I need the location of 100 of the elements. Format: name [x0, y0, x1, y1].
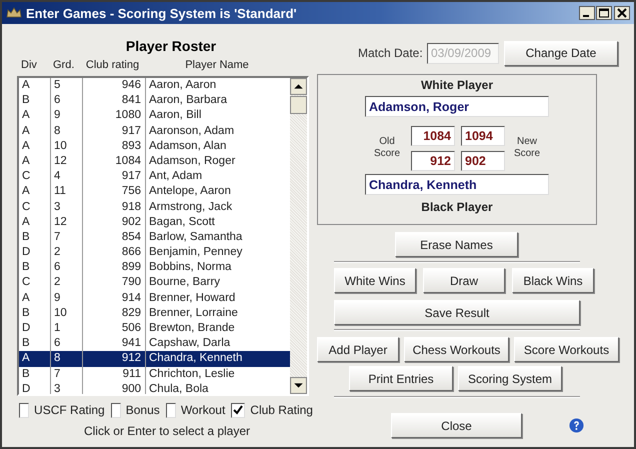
table-row[interactable]: A 8 917 Aaronson, Adam [19, 124, 290, 139]
table-cell-text: Brenner, Lorraine [148, 306, 239, 321]
checkbox[interactable] [166, 402, 176, 418]
save-result-button[interactable]: Save Result [334, 300, 580, 325]
close-button[interactable]: Close [391, 413, 522, 438]
table-cell: 5 [51, 78, 83, 94]
table-cell: 917 [83, 169, 146, 184]
table-row[interactable]: A 11 756 Antelope, Aaron [19, 184, 290, 200]
table-cell: 9 [51, 290, 83, 306]
table-cell-text: Armstrong, Jack [148, 200, 234, 214]
draw-button[interactable]: Draw [423, 268, 505, 293]
player-field[interactable]: Adamson, Roger [365, 96, 549, 117]
print-entries-button[interactable]: Print Entries [349, 366, 453, 391]
table-cell-text: Antelope, Aaron [148, 184, 232, 200]
table-cell: 8 [51, 124, 83, 139]
help-icon[interactable] [569, 418, 584, 433]
maximize-button[interactable] [596, 6, 612, 20]
win-button[interactable]: White Wins [334, 268, 416, 293]
score-workouts-button[interactable]: Score Workouts [514, 337, 619, 362]
player-label: Black Player [421, 200, 493, 215]
table-cell: 1084 [83, 154, 146, 170]
column-header[interactable]: Div [17, 59, 49, 73]
old-score-label: Old Score [372, 136, 402, 160]
table-cell: 4 [51, 169, 83, 184]
score-field[interactable]: 912 [411, 150, 455, 170]
change-date-button[interactable]: Change Date [504, 40, 618, 66]
table-cell: D [19, 382, 51, 394]
column-header[interactable]: Grd. [49, 59, 81, 73]
table-row[interactable]: B 6 899 Bobbins, Norma [19, 260, 290, 276]
table-cell: A [19, 351, 51, 367]
table-cell-text: Capshaw, Darla [148, 336, 232, 352]
selected-row[interactable]: A 8 912 Chandra, Kenneth [19, 351, 290, 367]
scroll-up-button[interactable] [290, 78, 307, 95]
table-row[interactable]: C 2 790 Bourne, Barry [19, 275, 290, 291]
table-row[interactable]: A 5 946 Aaron, Aaron [19, 78, 290, 94]
table-cell: 946 [83, 78, 146, 94]
table-row[interactable]: A 10 893 Adamson, Alan [19, 138, 290, 154]
table-cell: 2 [51, 275, 83, 291]
win-button[interactable]: Black Wins [512, 268, 594, 293]
minimize-button[interactable] [579, 6, 595, 20]
table-row[interactable]: D 2 866 Benjamin, Penney [19, 245, 290, 260]
close-button[interactable] [614, 6, 630, 20]
table-row[interactable]: C 3 918 Armstrong, Jack [19, 200, 290, 215]
scoring-system-button[interactable]: Scoring System [458, 366, 562, 391]
table-cell-text: Aaronson, Adam [148, 124, 236, 139]
checkbox[interactable] [231, 402, 246, 418]
table-cell: 11 [51, 184, 83, 200]
table-cell-text: Brenner, Howard [148, 290, 236, 306]
erase-names-button[interactable]: Erase Names [395, 232, 518, 257]
player-field[interactable]: Chandra, Kenneth [365, 174, 549, 195]
table-cell: A [19, 108, 51, 124]
table-row[interactable]: D 1 506 Brewton, Brande [19, 321, 290, 336]
table-cell: B [19, 93, 51, 108]
column-header[interactable]: Club rating [81, 59, 144, 73]
checkbox-label: Workout [180, 403, 226, 417]
table-cell: 1080 [83, 108, 146, 124]
table-cell: A [19, 290, 51, 306]
checkbox[interactable] [110, 402, 121, 418]
checkbox-label: Club Rating [250, 403, 313, 417]
checkbox-label: Bonus [126, 403, 160, 417]
scrollbar[interactable] [290, 78, 307, 394]
add-player-button[interactable]: Add Player [317, 337, 399, 362]
table-row[interactable]: B 10 829 Brenner, Lorraine [19, 306, 290, 321]
table-row[interactable]: B 7 854 Barlow, Samantha [19, 230, 290, 246]
table-cell: 506 [83, 321, 146, 336]
table-cell: 6 [51, 260, 83, 276]
table-row[interactable]: A 9 914 Brenner, Howard [19, 290, 290, 306]
table-row[interactable]: A 9 1080 Aaron, Bill [19, 108, 290, 124]
table-cell: C [19, 200, 51, 215]
scroll-down-button[interactable] [290, 377, 307, 394]
table-cell: A [19, 184, 51, 200]
player-label: White Player [420, 78, 494, 93]
table-row[interactable]: C 4 917 Ant, Adam [19, 169, 290, 184]
table-row[interactable]: A 12 902 Bagan, Scott [19, 214, 290, 230]
table-cell-text: Barlow, Samantha [148, 230, 244, 245]
table-cell: A [19, 78, 51, 94]
score-field[interactable]: 1084 [411, 126, 455, 146]
table-cell: A [19, 214, 51, 230]
roster-title: Player Roster [124, 38, 218, 55]
table-cell: 10 [51, 138, 83, 154]
checkbox[interactable] [19, 402, 30, 418]
table-cell-text: Chrichton, Leslie [148, 366, 236, 382]
new-score-label: New Score [512, 136, 542, 160]
score-field[interactable]: 902 [461, 150, 505, 170]
table-cell: D [19, 245, 51, 260]
table-row[interactable]: B 6 841 Aaron, Barbara [19, 93, 290, 108]
column-header[interactable]: Player Name [144, 59, 290, 73]
table-row[interactable]: B 7 911 Chrichton, Leslie [19, 366, 290, 382]
table-row[interactable]: D 3 900 Chula, Bola [19, 382, 290, 394]
table-cell-text: Bourne, Barry [148, 275, 221, 290]
table-cell: B [19, 230, 51, 246]
table-cell: 854 [83, 230, 146, 246]
chess-workouts-button[interactable]: Chess Workouts [404, 337, 509, 362]
table-row[interactable]: A 12 1084 Adamson, Roger [19, 154, 290, 170]
scroll-thumb[interactable] [290, 96, 307, 114]
table-cell: A [19, 124, 51, 139]
table-cell-text: Brewton, Brande [148, 321, 236, 336]
score-field[interactable]: 1094 [461, 126, 505, 146]
table-cell: A [19, 154, 51, 170]
table-cell-text: Chula, Bola [148, 382, 210, 394]
